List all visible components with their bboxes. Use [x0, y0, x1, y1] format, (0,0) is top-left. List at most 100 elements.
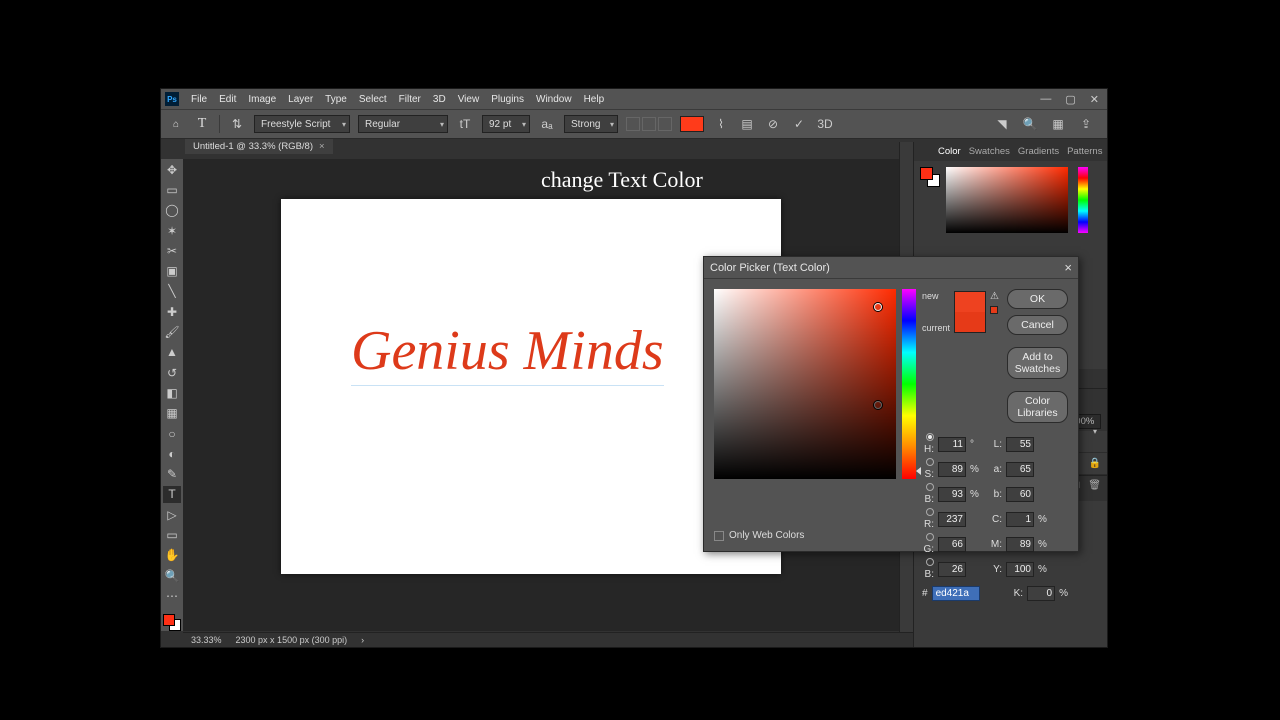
cancel-edit-icon[interactable]: ⊘ — [764, 115, 782, 133]
hex-input[interactable] — [932, 586, 980, 601]
stamp-tool-icon[interactable]: ▲ — [163, 344, 181, 361]
path-select-icon[interactable]: ▷ — [163, 506, 181, 523]
cancel-button[interactable]: Cancel — [1007, 315, 1068, 335]
menu-select[interactable]: Select — [353, 94, 393, 105]
b-radio[interactable] — [926, 483, 934, 491]
menu-edit[interactable]: Edit — [213, 94, 242, 105]
dialog-titlebar[interactable]: Color Picker (Text Color) × — [704, 257, 1078, 279]
lasso-tool-icon[interactable]: ◯ — [163, 202, 181, 219]
shape-tool-icon[interactable]: ▭ — [163, 526, 181, 543]
gradient-tool-icon[interactable]: ▦ — [163, 405, 181, 422]
eraser-tool-icon[interactable]: ◧ — [163, 384, 181, 401]
fg-bg-swatch[interactable] — [163, 614, 181, 631]
commit-edit-icon[interactable]: ✓ — [790, 115, 808, 133]
tab-color[interactable]: Color — [938, 146, 961, 157]
a-input[interactable] — [1006, 462, 1034, 477]
frame-tool-icon[interactable]: ▣ — [163, 262, 181, 279]
align-left-icon[interactable] — [626, 117, 640, 131]
antialias-dropdown[interactable]: Strong — [564, 115, 618, 133]
text-layer-content[interactable]: Genius Minds — [351, 319, 664, 386]
menu-layer[interactable]: Layer — [282, 94, 319, 105]
l-input[interactable] — [1006, 437, 1034, 452]
text-align-group[interactable] — [626, 117, 672, 131]
only-web-colors-checkbox[interactable] — [714, 531, 724, 541]
document-tab[interactable]: Untitled-1 @ 33.3% (RGB/8) × — [185, 139, 333, 154]
menu-help[interactable]: Help — [578, 94, 611, 105]
hue-pointer-icon[interactable] — [916, 467, 921, 475]
align-center-icon[interactable] — [642, 117, 656, 131]
color-marker-secondary[interactable] — [874, 401, 882, 409]
color-spectrum-mini[interactable] — [946, 167, 1068, 233]
r-input[interactable] — [938, 512, 966, 527]
panel-fg-bg-swatch[interactable] — [920, 167, 940, 187]
c-input[interactable] — [1006, 512, 1034, 527]
move-tool-icon[interactable]: ✥ — [163, 161, 181, 178]
orientation-icon[interactable]: ⇅ — [228, 115, 246, 133]
crop-tool-icon[interactable]: ✂ — [163, 242, 181, 259]
brush-tool-icon[interactable]: 🖌 — [163, 323, 181, 340]
g-radio[interactable] — [926, 533, 934, 541]
pen-tool-icon[interactable]: ✎ — [163, 465, 181, 482]
close-window-icon[interactable]: ✕ — [1090, 93, 1099, 106]
tab-gradients[interactable]: Gradients — [1018, 146, 1059, 157]
font-size-dropdown[interactable]: 92 pt — [482, 115, 530, 133]
menu-type[interactable]: Type — [319, 94, 353, 105]
menu-plugins[interactable]: Plugins — [485, 94, 530, 105]
hue-slider[interactable] — [902, 289, 916, 479]
color-libraries-button[interactable]: Color Libraries — [1007, 391, 1068, 423]
bch-input[interactable] — [938, 562, 966, 577]
bv-input[interactable] — [938, 487, 966, 502]
search-icon[interactable]: 🔍 — [1021, 115, 1039, 133]
more-tools-icon[interactable]: ⋯ — [163, 587, 181, 604]
eyedropper-tool-icon[interactable]: ╲ — [163, 283, 181, 300]
bb-input[interactable] — [1006, 487, 1034, 502]
warp-text-icon[interactable]: ⌇ — [712, 115, 730, 133]
menu-file[interactable]: File — [185, 94, 213, 105]
share-icon[interactable]: ⇪ — [1077, 115, 1095, 133]
doc-dimensions[interactable]: 2300 px x 1500 px (300 ppi) — [236, 635, 348, 645]
close-tab-icon[interactable]: × — [319, 141, 325, 152]
history-brush-icon[interactable]: ↺ — [163, 364, 181, 381]
dodge-tool-icon[interactable]: ◐ — [163, 445, 181, 462]
color-marker[interactable] — [874, 303, 882, 311]
new-current-swatch[interactable] — [954, 291, 986, 333]
3d-text-icon[interactable]: 3D — [816, 115, 834, 133]
character-panel-icon[interactable]: ▤ — [738, 115, 756, 133]
font-style-dropdown[interactable]: Regular — [358, 115, 448, 133]
tab-swatches[interactable]: Swatches — [969, 146, 1010, 157]
heal-tool-icon[interactable]: ✚ — [163, 303, 181, 320]
h-input[interactable] — [938, 437, 966, 452]
zoom-tool-icon[interactable]: 🔍 — [163, 567, 181, 584]
bch-radio[interactable] — [926, 558, 934, 566]
gamut-warning-icon[interactable]: ⚠ — [990, 291, 999, 302]
tab-patterns[interactable]: Patterns — [1067, 146, 1102, 157]
ok-button[interactable]: OK — [1007, 289, 1068, 309]
y-input[interactable] — [1006, 562, 1034, 577]
menu-view[interactable]: View — [452, 94, 486, 105]
h-radio[interactable] — [926, 433, 934, 441]
hand-tool-icon[interactable]: ✋ — [163, 547, 181, 564]
workspace-icon[interactable]: ▦ — [1049, 115, 1067, 133]
delete-layer-icon[interactable]: 🗑 — [1088, 480, 1101, 497]
k-input[interactable] — [1027, 586, 1055, 601]
blur-tool-icon[interactable]: ○ — [163, 425, 181, 442]
marquee-tool-icon[interactable]: ▭ — [163, 181, 181, 198]
color-field[interactable] — [714, 289, 896, 479]
hue-slider-mini[interactable] — [1078, 167, 1088, 233]
m-input[interactable] — [1006, 537, 1034, 552]
wand-tool-icon[interactable]: ✶ — [163, 222, 181, 239]
g-input[interactable] — [938, 537, 966, 552]
minimize-icon[interactable]: — — [1040, 93, 1051, 106]
font-family-dropdown[interactable]: Freestyle Script — [254, 115, 350, 133]
s-radio[interactable] — [926, 458, 934, 466]
menu-filter[interactable]: Filter — [393, 94, 427, 105]
websafe-warning-icon[interactable] — [990, 306, 998, 314]
home-icon[interactable]: ⌂ — [167, 115, 185, 133]
align-right-icon[interactable] — [658, 117, 672, 131]
text-color-swatch[interactable] — [680, 116, 704, 132]
s-input[interactable] — [938, 462, 966, 477]
zoom-readout[interactable]: 33.33% — [191, 635, 222, 645]
cloud-icon[interactable]: ◥ — [993, 115, 1011, 133]
r-radio[interactable] — [926, 508, 934, 516]
menu-3d[interactable]: 3D — [427, 94, 452, 105]
